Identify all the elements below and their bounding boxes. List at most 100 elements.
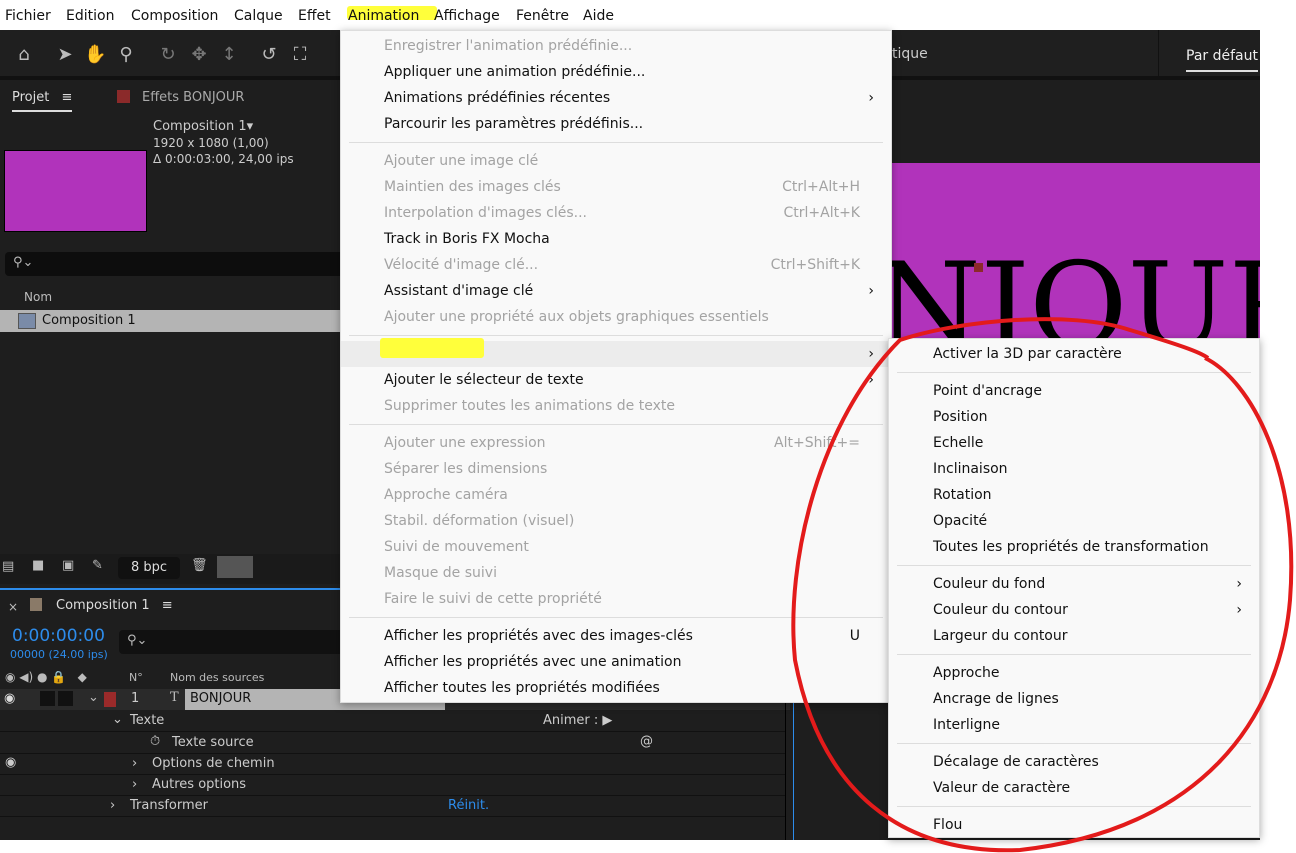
animation-menu: Enregistrer l'animation prédéfinie... App… (340, 30, 892, 703)
menu-item[interactable]: Valeur de caractère (889, 775, 1259, 801)
project-item[interactable]: Composition 1 (0, 310, 340, 332)
property-row-source-text[interactable]: ⏱ Texte source @ (0, 733, 785, 754)
label-color[interactable] (104, 692, 116, 707)
menu-item[interactable]: Ajouter le sélecteur de texte › (341, 367, 891, 393)
menu-item[interactable]: Echelle (889, 430, 1259, 456)
menu-item[interactable]: Faire le suivi de cette propriété (341, 586, 891, 612)
menu-item[interactable]: Suivi de mouvement (341, 534, 891, 560)
solo-switch[interactable] (40, 691, 55, 706)
menu-separator (341, 137, 891, 148)
menu-item-label: Afficher toutes les propriétés modifiées (384, 680, 660, 696)
menu-item[interactable]: Maintien des images clés Ctrl+Alt+H (341, 174, 891, 200)
timeline-search-input[interactable]: ⚲⌄ (119, 630, 349, 654)
menu-item[interactable]: Vélocité d'image clé... Ctrl+Shift+K (341, 252, 891, 278)
property-row-texte[interactable]: ⌄ Texte Animer : ▶ (0, 711, 785, 732)
selection-icon[interactable]: ➤ (54, 44, 76, 66)
menu-item[interactable]: Approche (889, 660, 1259, 686)
menu-item[interactable]: Ajouter une image clé (341, 148, 891, 174)
project-search-input[interactable]: ⚲⌄ (5, 252, 345, 276)
menu-item[interactable]: Approche caméra (341, 482, 891, 508)
menu-item[interactable]: Point d'ancrage (889, 378, 1259, 404)
menu-item[interactable]: Couleur du fond › (889, 571, 1259, 597)
menu-item[interactable]: Décalage de caractères (889, 749, 1259, 775)
menu-item[interactable]: Ancrage de lignes (889, 686, 1259, 712)
interpret-footage-icon[interactable]: ▤ (2, 559, 14, 574)
tab-composition[interactable]: Composition 1 ≡ (56, 598, 173, 613)
comp-name[interactable]: Composition 1▾ (153, 119, 253, 134)
menu-1[interactable]: Edition (66, 8, 114, 24)
menu-item[interactable]: Activer la 3D par caractère (889, 341, 1259, 367)
menu-item[interactable]: Ajouter une expression Alt+Shift+= (341, 430, 891, 456)
property-row-path-options[interactable]: ◉ › Options de chemin (0, 754, 785, 775)
new-composition-icon[interactable]: ▣ (62, 558, 74, 573)
reset-link[interactable]: Réinit. (448, 798, 489, 813)
menu-item[interactable]: Position (889, 404, 1259, 430)
menu-item[interactable]: Couleur du contour › (889, 597, 1259, 623)
dolly-icon[interactable]: ↕ (218, 44, 240, 66)
menu-3[interactable]: Calque (234, 8, 283, 24)
render-icon[interactable]: ✎ (92, 558, 103, 573)
menu-item[interactable]: Flou (889, 812, 1259, 838)
menu-item[interactable]: Supprimer toutes les animations de texte (341, 393, 891, 419)
menu-item[interactable]: Stabil. déformation (visuel) (341, 508, 891, 534)
orbit-icon[interactable]: ↻ (157, 44, 179, 66)
rotate-icon[interactable]: ↺ (258, 44, 280, 66)
menu-item[interactable]: Animations prédéfinies récentes › (341, 85, 891, 111)
tab-project[interactable]: Projet ≡ (12, 90, 73, 112)
menu-0[interactable]: Fichier (5, 8, 51, 24)
menu-6[interactable]: Affichage (434, 8, 500, 24)
stopwatch-icon[interactable]: ⏱ (150, 734, 160, 749)
menu-item[interactable]: Appliquer une animation prédéfinie... (341, 59, 891, 85)
menu-2[interactable]: Composition (131, 8, 218, 24)
menu-5[interactable]: Animation (348, 8, 419, 24)
menu-item-label: Masque de suivi (384, 565, 497, 581)
menu-item[interactable]: Afficher les propriétés avec des images-… (341, 623, 891, 649)
menu-item[interactable]: Afficher toutes les propriétés modifiées (341, 675, 891, 701)
column-name[interactable]: Nom (24, 290, 52, 304)
menu-item[interactable]: Afficher les propriétés avec une animati… (341, 649, 891, 675)
visibility-icon[interactable]: ◉ (4, 691, 15, 706)
anchor-point-handle[interactable] (974, 263, 983, 272)
menu-item[interactable]: Enregistrer l'animation prédéfinie... (341, 33, 891, 59)
trash-icon[interactable]: 🗑 (191, 558, 208, 573)
property-row-more-options[interactable]: › Autres options (0, 775, 785, 796)
menu-item[interactable]: Track in Boris FX Mocha (341, 226, 891, 252)
property-row-transform[interactable]: › Transformer Réinit. (0, 796, 785, 817)
pan-icon[interactable]: ✥ (188, 44, 210, 66)
menu-8[interactable]: Aide (583, 8, 614, 24)
animate-button[interactable]: Animer : ▶ (543, 713, 612, 728)
current-time-indicator[interactable] (793, 680, 794, 840)
menu-item[interactable]: Assistant d'image clé › (341, 278, 891, 304)
bpc-button[interactable]: 8 bpc (118, 557, 180, 579)
menu-item[interactable]: Interligne (889, 712, 1259, 738)
folder-icon[interactable]: ■ (32, 558, 44, 573)
menu-item[interactable]: Interpolation d'images clés... Ctrl+Alt+K (341, 200, 891, 226)
menu-item[interactable]: Parcourir les paramètres prédéfinis... (341, 111, 891, 137)
chevron-down-icon[interactable]: ⌄ (88, 690, 99, 705)
menu-separator (341, 612, 891, 623)
menu-item[interactable]: Toutes les propriétés de transformation (889, 534, 1259, 560)
tab-effects[interactable]: Effets BONJOUR (142, 90, 244, 105)
menu-7[interactable]: Fenêtre (516, 8, 569, 24)
menu-item[interactable]: Masque de suivi (341, 560, 891, 586)
workspace-default-tab[interactable]: Par défaut (1186, 48, 1258, 72)
expression-spiral-icon[interactable]: @ (640, 734, 653, 749)
chevron-right-icon: › (868, 346, 874, 362)
menu-item[interactable]: Inclinaison (889, 456, 1259, 482)
snap-icon[interactable]: ⛶ (289, 44, 311, 66)
menu-item[interactable]: Rotation (889, 482, 1259, 508)
timecode[interactable]: 0:00:00:00 (12, 626, 105, 646)
menu-item[interactable]: Séparer les dimensions (341, 456, 891, 482)
lock-switch[interactable] (58, 691, 73, 706)
hand-icon[interactable]: ✋ (84, 44, 106, 66)
menu-4[interactable]: Effet (298, 8, 331, 24)
menu-icon[interactable]: ≡ (61, 90, 72, 105)
menu-item[interactable]: Ajouter une propriété aux objets graphiq… (341, 304, 891, 330)
zoom-icon[interactable]: ⚲ (115, 44, 137, 66)
color-swatch[interactable] (217, 556, 253, 578)
menu-item[interactable]: Opacité (889, 508, 1259, 534)
workspace-tab[interactable]: tique (892, 46, 928, 62)
menu-item[interactable]: Largeur du contour (889, 623, 1259, 649)
close-icon[interactable]: × (8, 600, 18, 614)
home-icon[interactable]: ⌂ (13, 44, 35, 66)
